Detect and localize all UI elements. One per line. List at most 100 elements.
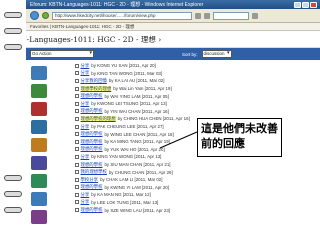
forum-tool-icon[interactable] (31, 138, 47, 152)
table-row: 分享 by KA MAN NG [2011, Mar 12] (75, 191, 220, 199)
thread-subject-link[interactable]: 分享 (81, 154, 90, 160)
notebook-spiral (0, 0, 26, 240)
callout-line-2: 前的回應 (201, 137, 245, 150)
page-title: KBTN-Languages-1011: HGC - 2D - 理想 › (4, 34, 162, 44)
row-checkbox[interactable] (75, 71, 79, 76)
thread-meta: by YUK WAI HO [2011, Apr 20] (104, 146, 165, 152)
thread-subject-link[interactable]: 分享 (81, 101, 90, 107)
table-row: 理想學校的理想 by Wai Lin Yam [2011, Apr 19] (75, 85, 220, 93)
thread-subject-link[interactable]: 分享 (81, 63, 90, 69)
row-checkbox[interactable] (75, 139, 79, 144)
thread-meta: by CHING HUA CHEN [2011, Apr 16] (117, 116, 190, 122)
spiral-ring (4, 191, 22, 197)
table-row: 分享 by KING TAN WONG [2011, Mar 03] (75, 70, 220, 78)
row-checkbox[interactable] (75, 78, 79, 83)
thread-subject-link[interactable]: 理想的學校 (81, 162, 103, 168)
thread-meta: by WAI YING LAM [2011, Apr 05] (104, 93, 169, 99)
sort-label: Sort by: (182, 51, 198, 57)
thread-meta: by KWING YI LAM [2011, Apr 20] (104, 184, 169, 190)
thread-meta: by CHUNG CHAN [2011, Apr 29] (108, 169, 173, 175)
thread-meta: by CHAK LAM LI [2011, Mar 02] (100, 177, 163, 183)
row-checkbox[interactable] (75, 192, 79, 197)
thread-meta: by KA MAN NG [2011, Mar 12] (91, 192, 151, 198)
thread-subject-link[interactable]: 分享我的回憶 (81, 78, 107, 84)
row-checkbox[interactable] (75, 101, 79, 106)
table-row: 分享 by KONG YU SAN [2011, Apr 20] (75, 62, 220, 70)
spiral-ring (4, 28, 22, 34)
row-checkbox[interactable] (75, 124, 79, 129)
forum-tool-icon[interactable] (31, 102, 47, 116)
refresh-icon[interactable] (195, 12, 201, 19)
go-action-select[interactable]: Go Action (30, 50, 94, 58)
thread-meta: by KWONG LEI TSUNG [2011, Apr 13] (91, 101, 167, 107)
thread-subject-link[interactable]: 理想的學校 (81, 146, 103, 152)
browser-toolbar: http://www.hkedcity.net/ihouse/....../fo… (0, 9, 320, 23)
callout-pointer (159, 131, 198, 149)
row-checkbox[interactable] (75, 208, 79, 213)
thread-subject-link[interactable]: 理想的學校 (81, 108, 103, 114)
row-checkbox[interactable] (75, 154, 79, 159)
forum-tool-icon[interactable] (31, 120, 47, 134)
maximize-icon[interactable] (302, 1, 309, 8)
favorites-bar[interactable]: Favorites | KBTN-Languages-1011: HGC - 2… (0, 23, 320, 31)
forum-tool-icon[interactable] (31, 84, 47, 98)
thread-subject-link[interactable]: 分享 (81, 199, 90, 205)
spiral-ring (4, 12, 22, 18)
row-checkbox[interactable] (75, 132, 79, 137)
thread-meta: by KING TAN WONG [2011, Mar 03] (91, 70, 163, 76)
address-bar[interactable]: http://www.hkedcity.net/ihouse/....../fo… (52, 11, 192, 20)
row-checkbox[interactable] (75, 116, 79, 121)
table-row: 學校分享 by CHAK LAM LI [2011, Mar 02] (75, 176, 220, 184)
thread-subject-link[interactable]: 理想的學校 (81, 184, 103, 190)
row-checkbox[interactable] (75, 147, 79, 152)
forum-action-bar: Go Action Sort by: discussion (0, 48, 320, 60)
table-row: 理想的學校 by SIU MAN CHAN [2011, Apr 21] (75, 161, 220, 169)
row-checkbox[interactable] (75, 86, 79, 91)
search-icon[interactable] (252, 12, 258, 19)
thread-subject-link[interactable]: 我的理想學校 (81, 169, 107, 175)
thread-subject-link[interactable]: 理想的學校 (81, 207, 103, 213)
row-checkbox[interactable] (75, 109, 79, 114)
table-row: 分享我的回憶 by KA LAI AU [2011, Mar 02] (75, 77, 220, 85)
page-header: KBTN-Languages-1011: HGC - 2D - 理想 › (0, 31, 320, 48)
thread-subject-link[interactable]: 分享 (81, 192, 90, 198)
row-checkbox[interactable] (75, 170, 79, 175)
thread-meta: by SZE WING LAU [2011, Apr 23] (104, 207, 171, 213)
row-checkbox[interactable] (75, 200, 79, 205)
forward-icon[interactable] (42, 12, 49, 19)
forum-tool-icon[interactable] (31, 174, 47, 188)
thread-meta: by KONG YU SAN [2011, Apr 20] (91, 63, 156, 69)
forum-tool-icon[interactable] (31, 156, 47, 170)
thread-meta: by LEE LOK TUNG [2011, Mar 13] (91, 199, 159, 205)
row-checkbox[interactable] (75, 63, 79, 68)
search-input[interactable] (213, 11, 249, 20)
stop-icon[interactable] (204, 12, 210, 19)
minimize-icon[interactable] (294, 1, 301, 8)
thread-subject-link[interactable]: 理想的學校 (81, 93, 103, 99)
thread-meta: by KA LAI AU [2011, Mar 02] (108, 78, 165, 84)
thread-subject-link[interactable]: 理想的學校 (81, 131, 103, 137)
row-checkbox[interactable] (75, 162, 79, 167)
sort-select[interactable]: discussion (201, 50, 232, 58)
thread-subject-link[interactable]: 理想的學校 (81, 139, 103, 145)
annotation-callout: 這是他們未改善 前的回應 (197, 118, 282, 157)
table-row: 我的理想學校 by CHUNG CHAN [2011, Apr 29] (75, 168, 220, 176)
thread-meta: by SIU MAN CHAN [2011, Apr 21] (104, 162, 171, 168)
forum-tool-icon[interactable] (31, 210, 47, 224)
thread-subject-link[interactable]: 分享 (81, 70, 90, 76)
window-controls (293, 1, 320, 8)
thread-subject-link[interactable]: 學校分享 (81, 177, 99, 183)
forum-tool-icon[interactable] (31, 192, 47, 206)
row-checkbox[interactable] (75, 94, 79, 99)
thread-subject-link[interactable]: 理想的學校的理想 (80, 115, 116, 122)
thread-subject-link[interactable]: 理想學校的理想 (80, 85, 112, 92)
close-icon[interactable] (310, 1, 317, 8)
thread-subject-link[interactable]: 分享 (81, 124, 90, 130)
thread-meta: by PAK CHEUNG LEE [2011, Apr 27] (91, 124, 164, 130)
thread-meta: by KING YAN WONG [2011, Apr 13] (91, 154, 162, 160)
forum-tool-icon[interactable] (31, 66, 47, 80)
row-checkbox[interactable] (75, 185, 79, 190)
back-icon[interactable] (30, 11, 39, 20)
row-checkbox[interactable] (75, 177, 79, 182)
table-row: 理想的學校 by KWING YI LAM [2011, Apr 20] (75, 184, 220, 192)
